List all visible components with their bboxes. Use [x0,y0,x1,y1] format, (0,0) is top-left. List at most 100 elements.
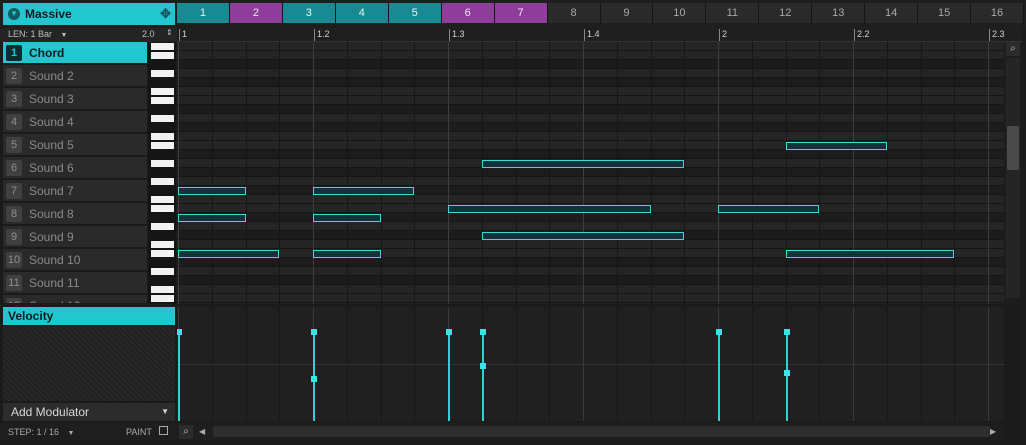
velocity-lane[interactable] [177,307,1004,421]
velocity-handle[interactable] [446,329,452,336]
step-bar: STEP: 1 / 16 ▼ PAINT [0,423,177,441]
velocity-stem[interactable] [178,332,180,421]
pattern-slot-1[interactable]: 1 [177,3,230,23]
piano-white-key[interactable] [151,52,174,59]
velocity-stem[interactable] [448,332,450,421]
piano-white-key[interactable] [151,178,174,185]
velocity-handle[interactable] [783,370,790,377]
timeline-ruler[interactable]: 1 1.2 1.3 1.4 2 2.2 2.3 [177,28,1022,42]
length-selector[interactable]: LEN: 1 Bar ▼ [8,29,67,39]
piano-white-key[interactable] [151,142,174,149]
piano-keyboard[interactable] [148,42,176,304]
pattern-slot-14[interactable]: 14 [865,3,919,23]
sound-slot-1[interactable]: 1 Chord [3,42,147,64]
vertical-scrollbar[interactable]: ⌕ [1004,42,1022,304]
pattern-slot-8[interactable]: 8 [547,3,601,23]
add-modulator-dropdown[interactable]: Add Modulator ▼ [3,403,175,421]
sound-slot-7[interactable]: 7 Sound 7 [3,180,147,202]
paint-checkbox[interactable] [159,426,168,435]
sound-slot-4[interactable]: 4 Sound 4 [3,111,147,133]
vertical-scroll-thumb[interactable] [1007,126,1019,170]
velocity-handle[interactable] [479,329,486,336]
pattern-slot-4[interactable]: 4 [335,3,389,23]
midi-note[interactable] [313,214,381,222]
pattern-slot-5[interactable]: 5 [388,3,442,23]
velocity-stem[interactable] [481,332,484,421]
piano-white-key[interactable] [151,97,174,104]
piano-roll-grid[interactable] [177,42,1004,304]
sound-slot-9[interactable]: 9 Sound 9 [3,226,147,248]
piano-white-key[interactable] [151,295,174,302]
pattern-slot-7[interactable]: 7 [494,3,548,23]
sound-slot-2[interactable]: 2 Sound 2 [3,65,147,87]
pattern-slot-11[interactable]: 11 [706,3,760,23]
pattern-slot-13[interactable]: 13 [812,3,866,23]
move-icon[interactable]: ✥ [160,6,171,22]
midi-note[interactable] [448,205,651,213]
velocity-stem[interactable] [718,332,720,421]
sound-slot-10[interactable]: 10 Sound 10 [3,249,147,271]
pattern-slot-3[interactable]: 3 [282,3,336,23]
zoom-value[interactable]: 2.0 [142,29,155,39]
instrument-selector[interactable]: ▼ Massive ✥ [3,3,175,25]
piano-white-key[interactable] [151,70,174,77]
pattern-slot-16[interactable]: 16 [971,3,1024,23]
midi-note[interactable] [785,142,887,150]
sound-slot-12[interactable]: 12 Sound 12 [3,295,147,304]
piano-white-key[interactable] [151,223,174,230]
triangle-right-icon[interactable]: ▶ [990,427,996,436]
step-selector[interactable]: STEP: 1 / 16 ▼ [8,427,74,437]
velocity-stem[interactable] [785,332,788,421]
piano-white-key[interactable] [151,205,174,212]
piano-white-key[interactable] [151,250,174,257]
midi-note[interactable] [313,187,415,195]
grid-line [346,42,348,304]
midi-note[interactable] [178,187,246,195]
stepper-icon[interactable]: ⇕ [166,28,173,37]
vertical-scroll-track[interactable] [1006,58,1020,298]
midi-note[interactable] [785,250,955,258]
midi-note[interactable] [481,232,685,240]
sound-label: Sound 6 [29,161,74,175]
velocity-tab[interactable]: Velocity [3,307,175,325]
pattern-slot-6[interactable]: 6 [441,3,495,23]
length-label: LEN: 1 Bar [8,29,53,39]
triangle-left-icon[interactable]: ◀ [199,427,205,436]
chevron-down-icon[interactable]: ▼ [8,8,20,20]
piano-white-key[interactable] [151,268,174,275]
magnifier-icon[interactable]: ⌕ [1006,42,1020,56]
velocity-handle[interactable] [783,329,790,336]
magnifier-icon[interactable]: ⌕ [179,425,193,439]
piano-white-key[interactable] [151,88,174,95]
velocity-handle[interactable] [311,329,317,336]
piano-white-key[interactable] [151,43,174,50]
velocity-handle[interactable] [311,375,317,382]
grid-row [177,213,1004,222]
pattern-slot-15[interactable]: 15 [918,3,972,23]
piano-white-key[interactable] [151,160,174,167]
velocity-handle[interactable] [479,363,486,370]
midi-note[interactable] [178,250,280,258]
pattern-slot-12[interactable]: 12 [759,3,813,23]
horizontal-scroll-thumb[interactable] [213,426,990,437]
piano-white-key[interactable] [151,133,174,140]
sound-slot-3[interactable]: 3 Sound 3 [3,88,147,110]
piano-white-key[interactable] [151,286,174,293]
pattern-slot-10[interactable]: 10 [653,3,707,23]
velocity-handle[interactable] [716,329,722,336]
midi-note[interactable] [178,214,246,222]
piano-white-key[interactable] [151,196,174,203]
midi-note[interactable] [718,205,820,213]
midi-note[interactable] [481,160,685,168]
sound-slot-8[interactable]: 8 Sound 8 [3,203,147,225]
pattern-slot-2[interactable]: 2 [229,3,283,23]
sound-slot-5[interactable]: 5 Sound 5 [3,134,147,156]
midi-note[interactable] [313,250,381,258]
pattern-slot-9[interactable]: 9 [600,3,654,23]
grid-row [177,195,1004,204]
velocity-handle[interactable] [177,329,182,336]
sound-slot-6[interactable]: 6 Sound 6 [3,157,147,179]
sound-slot-11[interactable]: 11 Sound 11 [3,272,147,294]
piano-white-key[interactable] [151,241,174,248]
piano-white-key[interactable] [151,115,174,122]
